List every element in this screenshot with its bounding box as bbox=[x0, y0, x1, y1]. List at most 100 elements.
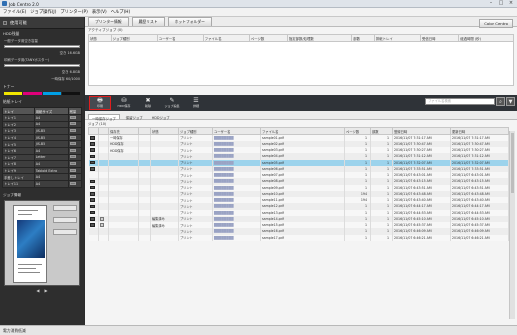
job-row[interactable]: プリント ████████ sample17.pdf 1 1 2016/11/07 6:4… bbox=[88, 234, 509, 241]
tray-size: A4 bbox=[33, 146, 69, 155]
job-col-header[interactable]: 部数 bbox=[370, 127, 393, 135]
active-col-header[interactable]: 指定部数/処理数 bbox=[286, 34, 353, 42]
hdd-row: 一般データ用空き容量 bbox=[0, 37, 84, 44]
hdd-value: 空き 6.8GB bbox=[61, 70, 80, 74]
tray-size: JIS-B5 bbox=[33, 140, 69, 148]
job-printer-icon bbox=[89, 179, 95, 184]
job-col-header[interactable]: ファイル名 bbox=[260, 127, 345, 135]
active-col-header[interactable]: 部数 bbox=[351, 34, 375, 42]
tray-name: 手差しトレイ bbox=[2, 173, 35, 181]
hdd-save-button[interactable]: ⛁ HDD保存 bbox=[113, 96, 135, 110]
menu-printer[interactable]: プリンター(P) bbox=[60, 9, 87, 15]
job-updated: 2016/11/07 6:46:21 AM bbox=[450, 234, 509, 241]
menu-view[interactable]: 表示(V) bbox=[92, 9, 107, 15]
app-icon bbox=[2, 1, 7, 6]
printer-status-panel: 使用可能 HDD残量 一般データ用空き容量 空き 16.6GB 印刷データ用(T… bbox=[0, 17, 84, 325]
search-input[interactable]: ファイル名検索 bbox=[425, 98, 495, 105]
filter-icon[interactable]: ▼ bbox=[506, 97, 515, 106]
job-printer-icon bbox=[89, 160, 95, 165]
close-button[interactable]: × bbox=[508, 1, 514, 6]
active-col-header[interactable]: 経過時間 (秒) bbox=[458, 34, 514, 42]
active-col-header[interactable]: 状態 bbox=[88, 34, 112, 42]
tab-history[interactable]: 履歴リスト bbox=[131, 17, 165, 26]
toner-levels bbox=[4, 92, 80, 95]
status-bar: 電力消費低減 bbox=[0, 325, 517, 335]
hdd-row: 空き 16.6GB bbox=[0, 49, 84, 56]
job-col-header[interactable]: 登録日時 bbox=[392, 127, 451, 135]
active-job-list-empty bbox=[88, 42, 514, 86]
job-icon-cell bbox=[88, 234, 99, 241]
job-table: 保存先 状態 ジョブ種別 ユーザー名 ファイル名 ページ数 部数 登録日時 更新日時 一時保存プ… bbox=[88, 127, 509, 241]
job-printer-icon bbox=[89, 217, 95, 221]
app-title: Job Centro 2.0 bbox=[9, 1, 39, 7]
preview-thumbnail[interactable] bbox=[53, 228, 77, 235]
tab-hot-folder[interactable]: ホットフォルダー bbox=[167, 17, 212, 26]
job-list-scrollbar[interactable] bbox=[509, 131, 515, 319]
job-copies: 1 bbox=[370, 234, 393, 241]
tab-printer-info[interactable]: プリンター情報 bbox=[88, 17, 129, 26]
tray-level-icon bbox=[69, 181, 76, 185]
job-edited-doc-icon bbox=[100, 223, 104, 228]
job-col-header[interactable]: 保存先 bbox=[108, 127, 139, 135]
hdd-capacity-bar bbox=[4, 45, 80, 48]
tab-held-jobs[interactable]: 保留ジョブ bbox=[123, 114, 146, 120]
scrollbar-thumb[interactable] bbox=[511, 133, 514, 193]
tray-col-level: 残量 bbox=[67, 107, 83, 115]
preview-thumbnails bbox=[53, 204, 77, 235]
minimize-button[interactable]: – bbox=[488, 1, 494, 6]
job-col-header[interactable]: ジョブ種別 bbox=[178, 127, 213, 135]
hdd-section-title: HDD残量 bbox=[3, 31, 20, 36]
search-icon[interactable]: ⌕ bbox=[496, 97, 505, 106]
hdd-value: 空き 16.6GB bbox=[59, 51, 80, 55]
job-icon2-cell bbox=[98, 234, 109, 241]
print-button[interactable]: 🖶 印刷 bbox=[89, 96, 111, 110]
tray-level-icon bbox=[69, 135, 76, 139]
tray-level-icon bbox=[69, 175, 76, 179]
tray-level-icon bbox=[69, 115, 76, 119]
tab-hdd-jobs[interactable]: HDDジョブ bbox=[149, 114, 173, 120]
tray-table: トレイ 用紙サイズ 残量 トレイ1 A4 トレイ2 A4 トレイ3 JIS-B5 トレイ4 J… bbox=[2, 107, 83, 188]
tray-name: トレイ8 bbox=[2, 160, 35, 168]
job-col-header[interactable]: ページ数 bbox=[344, 127, 371, 135]
active-col-header[interactable]: ファイル名 bbox=[202, 34, 250, 42]
tray-level-icon bbox=[69, 122, 76, 126]
color-centro-button[interactable]: Color Centro bbox=[479, 19, 513, 28]
tab-temp-saved-jobs[interactable]: 一時保存ジョブ bbox=[88, 114, 120, 121]
details-label: 詳細 bbox=[192, 104, 199, 108]
details-button[interactable]: ☰ 詳細 bbox=[185, 96, 207, 110]
job-col-header[interactable]: ユーザー名 bbox=[212, 127, 261, 135]
menu-job[interactable]: ジョブ操作(J) bbox=[30, 9, 56, 15]
toner-yellow bbox=[4, 92, 23, 95]
job-user: ████████ bbox=[212, 234, 261, 241]
tray-size: JIS-B5 bbox=[33, 133, 69, 142]
active-col-header[interactable]: 排紙トレイ bbox=[373, 34, 421, 42]
preview-thumbnail[interactable] bbox=[53, 204, 77, 211]
active-col-header[interactable]: ジョブ種別 bbox=[110, 34, 158, 42]
job-col-header[interactable]: 状態 bbox=[150, 127, 179, 135]
job-printer-icon bbox=[89, 142, 95, 146]
job-col-header[interactable] bbox=[98, 127, 109, 135]
job-col-header[interactable] bbox=[88, 127, 99, 135]
active-col-header[interactable]: 受信日時 bbox=[419, 34, 460, 42]
preview-thumbnail[interactable] bbox=[53, 216, 77, 223]
preview-next-icon[interactable]: ▶ bbox=[45, 288, 48, 293]
job-edit-button[interactable]: ✎ ジョブ編集 bbox=[161, 96, 183, 110]
tray-row: トレイ7 Letter bbox=[2, 153, 83, 162]
job-col-header[interactable]: 更新日時 bbox=[450, 127, 509, 135]
tray-row: トレイ6 A4 bbox=[2, 146, 83, 155]
preview-prev-icon[interactable]: ◀ bbox=[36, 288, 39, 293]
active-col-header[interactable]: ページ数 bbox=[248, 34, 288, 42]
active-col-header[interactable]: ユーザー名 bbox=[156, 34, 204, 42]
tray-level bbox=[67, 173, 83, 181]
maximize-button[interactable]: □ bbox=[498, 1, 504, 6]
job-col-header[interactable] bbox=[138, 127, 151, 135]
active-job-label: アクティブジョブ (0) bbox=[88, 28, 123, 32]
delete-button[interactable]: ✖ 削除 bbox=[137, 96, 159, 110]
job-toolbar: 🖶 印刷 ⛁ HDD保存 ✖ 削除 ✎ ジョブ編集 ☰ 詳細 ファイル名検索 ⌕… bbox=[85, 95, 517, 111]
tray-row: トレイ4 JIS-B5 bbox=[2, 133, 83, 142]
menu-help[interactable]: ヘルプ(H) bbox=[111, 9, 130, 15]
job-printer-icon bbox=[89, 167, 95, 171]
menu-file[interactable]: ファイル(E) bbox=[3, 9, 26, 15]
tray-level bbox=[67, 179, 83, 188]
tray-level bbox=[67, 140, 83, 148]
